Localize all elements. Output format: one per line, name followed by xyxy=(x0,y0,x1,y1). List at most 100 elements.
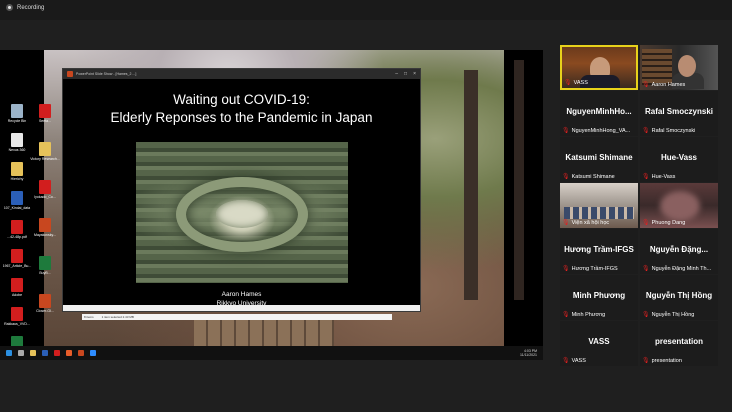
muted-mic-icon: 🎙 xyxy=(642,266,650,272)
participant-caption: 🎙 VASS xyxy=(562,357,586,365)
record-icon xyxy=(6,4,13,11)
explorer-statusbar: 8 items 1 item selected 2.43 MB xyxy=(82,314,392,320)
desktop-icon[interactable]: Victory Research... xyxy=(30,142,60,161)
participant-tile[interactable]: 🎙 Aaron Hames xyxy=(640,45,718,90)
participant-name: Hương Trầm-IFGS xyxy=(571,265,618,272)
participant-caption: 🎙 Hương Trầm-IFGS xyxy=(562,265,618,273)
participant-tile[interactable]: 🎙 Phuong Dang xyxy=(640,183,718,228)
zoom-meeting-window: Recording Recycle Bin Nexus 360 Hierichy 10… xyxy=(0,0,732,412)
desktop-icon-label: Nexus 360 xyxy=(8,148,26,152)
participant-display-name: Rafal Smoczynski xyxy=(644,107,714,116)
desktop-icon-label: 1967_Article_Bu... xyxy=(2,264,32,268)
muted-mic-icon: 🎙 xyxy=(642,174,650,180)
desktop-icon[interactable]: Mayakovsky... xyxy=(30,218,60,237)
desktop-icon-label: BuyB... xyxy=(39,271,51,275)
desktop-icon-label: Iyokado_Co... xyxy=(34,195,56,199)
participant-caption: 🎙 NguyenMinhHong_VA... xyxy=(562,127,630,135)
participant-tile[interactable]: NguyenMinhHo... 🎙 NguyenMinhHong_VA... xyxy=(560,91,638,136)
muted-mic-icon: 🎙 xyxy=(642,82,650,88)
pdf-file-icon xyxy=(11,220,23,234)
powerpoint-icon xyxy=(67,71,73,77)
desktop-icon[interactable]: Rakkaus_VVD... xyxy=(2,307,32,326)
participant-name: Phuong Dang xyxy=(651,219,686,226)
desktop-icon[interactable]: Seeta... xyxy=(30,104,60,123)
participant-caption: 🎙 Viện xã hội học xyxy=(562,219,610,227)
desktop-icon[interactable]: 1967_Article_Bu... xyxy=(2,249,32,268)
participant-display-name: Hương Trầm-IFGS xyxy=(564,245,634,254)
participant-tile[interactable]: presentation 🎙 presentation xyxy=(640,321,718,366)
desktop-icon[interactable]: Hierichy xyxy=(2,162,32,181)
muted-mic-icon: 🎙 xyxy=(642,312,650,318)
muted-mic-icon: 🎙 xyxy=(642,220,650,226)
muted-mic-icon: 🎙 xyxy=(562,128,570,134)
bin-file-icon xyxy=(11,104,23,118)
participant-tile[interactable]: Katsumi Shimane 🎙 Katsumi Shimane xyxy=(560,137,638,182)
pdf-file-icon xyxy=(11,249,23,263)
taskbar-clock[interactable]: 4:03 PM 11/11/2021 xyxy=(520,349,543,357)
zoom-taskbar-icon[interactable] xyxy=(90,350,96,356)
search-icon[interactable] xyxy=(18,350,24,356)
participant-tile[interactable]: Nguyễn Thị Hồng 🎙 Nguyễn Thị Hồng xyxy=(640,275,718,320)
participant-name: Nguyễn Đặng Minh Th... xyxy=(651,265,712,272)
participant-tile[interactable]: 🎙 VASS xyxy=(560,45,638,90)
word-icon[interactable] xyxy=(42,350,48,356)
minimize-icon[interactable]: – xyxy=(395,71,398,77)
desktop-icon[interactable]: Adobe xyxy=(2,278,32,297)
desktop-icon[interactable]: Nexus 360 xyxy=(2,133,32,152)
doc-file-icon xyxy=(11,191,23,205)
participant-display-name: Nguyễn Đặng... xyxy=(649,245,709,254)
desktop-icon-label: 107_Kindai_data xyxy=(3,206,31,210)
maximize-icon[interactable]: □ xyxy=(404,71,407,77)
desktop-icon[interactable]: Closer-Gl... xyxy=(30,294,60,313)
desktop-icon[interactable]: Iyokado_Co... xyxy=(30,180,60,199)
participant-tile[interactable]: Nguyễn Đặng... 🎙 Nguyễn Đặng Minh Th... xyxy=(640,229,718,274)
acrobat-icon[interactable] xyxy=(54,350,60,356)
desktop-icon-label: Closer-Gl... xyxy=(36,309,54,313)
participant-caption: 🎙 Nguyễn Đặng Minh Th... xyxy=(642,265,712,273)
desktop-icon[interactable]: ...42-48p.pdf xyxy=(2,220,32,239)
participant-caption: 🎙 Phuong Dang xyxy=(642,219,686,227)
desktop-icon-label: Victory Research... xyxy=(30,157,60,161)
desktop-icon-label: Seeta... xyxy=(38,119,52,123)
participant-name: VASS xyxy=(571,357,586,364)
participant-display-name: Minh Phương xyxy=(572,291,626,300)
participant-tile[interactable]: VASS 🎙 VASS xyxy=(560,321,638,366)
ppt-file-icon xyxy=(39,294,51,308)
participant-name: VASS xyxy=(573,79,588,86)
ppt-file-icon xyxy=(39,218,51,232)
participant-name: Katsumi Shimane xyxy=(571,173,615,180)
desktop-icon-label: ...42-48p.pdf xyxy=(7,235,27,239)
participant-tile[interactable]: Hue-Vass 🎙 Hue-Vass xyxy=(640,137,718,182)
slide-title: Waiting out COVID-19: Elderly Reponses t… xyxy=(110,92,373,125)
participant-display-name: Katsumi Shimane xyxy=(565,153,633,162)
participant-name: Aaron Hames xyxy=(651,81,686,88)
participant-caption: 🎙 Rafal Smoczynski xyxy=(642,127,695,135)
firefox-icon[interactable] xyxy=(66,350,72,356)
participant-name: Viện xã hội học xyxy=(571,219,610,226)
desktop-icon[interactable]: 107_Kindai_data xyxy=(2,191,32,210)
participant-caption: 🎙 Nguyễn Thị Hồng xyxy=(642,311,694,319)
powerpoint-window[interactable]: PowerPoint Slide Show - [Hames_2 ...] – … xyxy=(62,68,421,312)
window-title: PowerPoint Slide Show - [Hames_2 ...] xyxy=(76,72,137,76)
participant-name: presentation xyxy=(651,357,682,364)
recording-indicator[interactable]: Recording xyxy=(6,4,44,11)
participant-tile[interactable]: Minh Phương 🎙 Minh Phương xyxy=(560,275,638,320)
participant-display-name: NguyenMinhHo... xyxy=(566,107,632,116)
participant-tile[interactable]: Rafal Smoczynski 🎙 Rafal Smoczynski xyxy=(640,91,718,136)
powerpoint-taskbar-icon[interactable] xyxy=(78,350,84,356)
participant-name: Hue-Vass xyxy=(651,173,676,180)
folder-icon[interactable] xyxy=(30,350,36,356)
powerpoint-titlebar[interactable]: PowerPoint Slide Show - [Hames_2 ...] – … xyxy=(63,69,420,79)
participant-display-name: Hue-Vass xyxy=(660,153,698,162)
participant-name: Minh Phương xyxy=(571,311,606,318)
desktop-icon[interactable]: Recycle Bin xyxy=(2,104,32,123)
ppt-statusbar xyxy=(63,305,420,311)
desktop-icon[interactable]: BuyB... xyxy=(30,256,60,275)
close-icon[interactable]: × xyxy=(413,71,416,77)
fld-file-icon xyxy=(39,142,51,156)
participant-tile[interactable]: Hương Trầm-IFGS 🎙 Hương Trầm-IFGS xyxy=(560,229,638,274)
buddha-hands-image xyxy=(136,142,348,283)
start-icon[interactable] xyxy=(6,350,12,356)
participant-tile[interactable]: 🎙 Viện xã hội học xyxy=(560,183,638,228)
muted-mic-icon: 🎙 xyxy=(562,220,570,226)
